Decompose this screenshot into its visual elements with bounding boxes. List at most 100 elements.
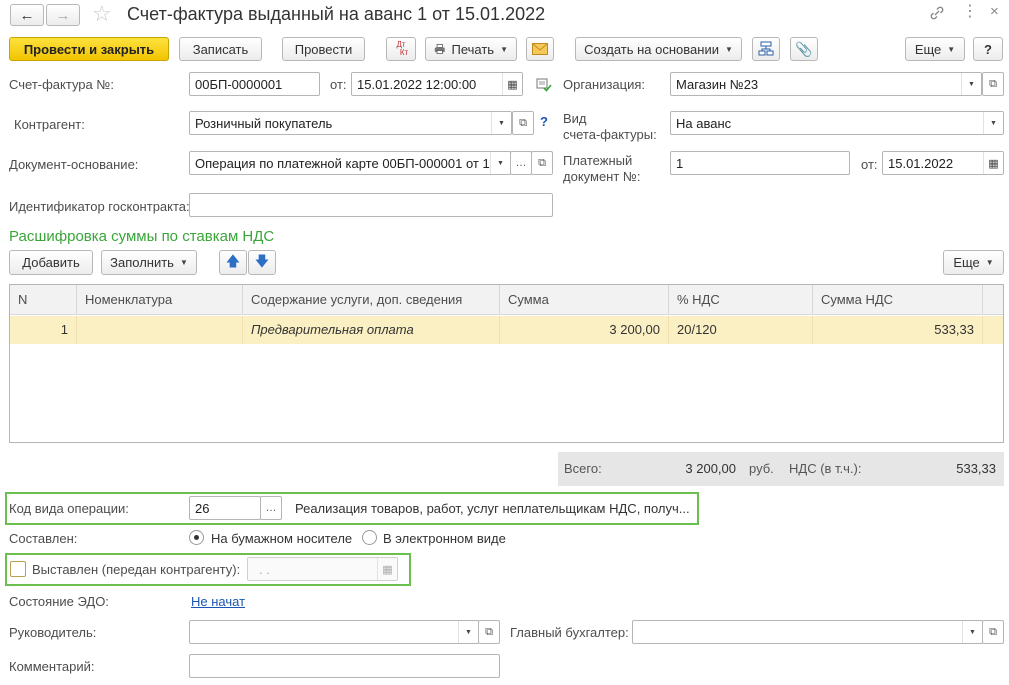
table-more-button[interactable]: Еще ▼ [943, 250, 1004, 275]
operation-code-description: Реализация товаров, работ, услуг неплате… [295, 501, 690, 516]
base-document-open-button[interactable]: ⧉ [531, 151, 553, 175]
comment-field[interactable] [189, 654, 500, 678]
cell-n[interactable]: 1 [10, 316, 77, 344]
dt-kt-button[interactable]: Дт Кт [386, 37, 416, 61]
column-header-sum[interactable]: Сумма [500, 285, 669, 315]
close-icon[interactable]: × [990, 3, 999, 20]
vat-total-label: НДС (в т.ч.): [789, 461, 862, 476]
chevron-down-icon[interactable]: ▼ [490, 152, 510, 174]
invoice-type-field[interactable]: На аванс ▼ [670, 111, 1004, 135]
chief-accountant-open-button[interactable]: ⧉ [982, 620, 1004, 644]
arrow-up-icon: 🡅 [225, 252, 241, 269]
issued-checkbox[interactable] [10, 561, 26, 577]
payment-date-label: от: [861, 157, 878, 172]
calendar-icon[interactable]: ▦ [502, 73, 522, 95]
column-header-n[interactable]: N [10, 285, 77, 315]
more-button[interactable]: Еще ▼ [905, 37, 965, 61]
column-header-vat-rate[interactable]: % НДС [669, 285, 813, 315]
issued-date-field[interactable]: . . ▦ [247, 557, 398, 581]
calendar-icon[interactable]: ▦ [983, 152, 1003, 174]
table-row[interactable]: 1 Предварительная оплата 3 200,00 20/120… [10, 316, 1003, 344]
gov-contract-field[interactable] [189, 193, 553, 217]
counterparty-field[interactable]: Розничный покупатель ▼ [189, 111, 512, 135]
operation-code-select-button[interactable]: … [260, 496, 282, 520]
back-button[interactable]: ← [10, 4, 44, 26]
dt-kt-icon: Дт Кт [396, 40, 409, 57]
arrow-down-icon: 🡇 [254, 252, 270, 269]
forward-button[interactable]: → [46, 4, 80, 26]
head-field[interactable]: ▼ [189, 620, 479, 644]
base-document-select-button[interactable]: … [510, 151, 532, 175]
paper-radio-label[interactable]: На бумажном носителе [211, 531, 352, 546]
invoice-date-field[interactable]: 15.01.2022 12:00:00 ▦ [351, 72, 523, 96]
invoice-number-field[interactable]: 00БП-0000001 [189, 72, 320, 96]
head-open-button[interactable]: ⧉ [478, 620, 500, 644]
edo-status-label: Состояние ЭДО: [9, 594, 109, 609]
post-and-close-button[interactable]: Провести и закрыть [9, 37, 169, 61]
chevron-down-icon[interactable]: ▼ [491, 112, 511, 134]
organization-open-button[interactable]: ⧉ [982, 72, 1004, 96]
save-button[interactable]: Записать [179, 37, 262, 61]
organization-label: Организация: [563, 77, 646, 92]
organization-field[interactable]: Магазин №23 ▼ [670, 72, 982, 96]
chevron-down-icon[interactable]: ▼ [961, 73, 981, 95]
chevron-down-icon[interactable]: ▼ [983, 112, 1003, 134]
window-title: Счет-фактура выданный на аванс 1 от 15.0… [127, 4, 546, 24]
fill-button[interactable]: Заполнить ▼ [101, 250, 197, 275]
operation-code-field[interactable]: 26 [189, 496, 261, 520]
email-button[interactable] [526, 37, 554, 61]
column-header-item[interactable]: Номенклатура [77, 285, 243, 315]
payment-doc-label-1: Платежный [563, 153, 633, 168]
invoice-number-label: Счет-фактура №: [9, 77, 114, 92]
chevron-down-icon: ▼ [985, 258, 994, 267]
attach-button[interactable]: 📎 [790, 37, 818, 61]
chevron-down-icon[interactable]: ▼ [962, 621, 982, 643]
envelope-icon [532, 43, 548, 55]
calendar-icon[interactable]: ▦ [377, 558, 397, 580]
table-header: N Номенклатура Содержание услуги, доп. с… [10, 285, 1003, 315]
printer-icon [434, 44, 445, 54]
structure-button[interactable] [752, 37, 780, 61]
column-header-content[interactable]: Содержание услуги, доп. сведения [243, 285, 500, 315]
counterparty-label: Контрагент: [14, 117, 85, 132]
invoice-date-label: от: [330, 77, 347, 92]
total-value: 3 200,00 [685, 461, 736, 476]
comment-label: Комментарий: [9, 659, 95, 674]
cell-vat-sum[interactable]: 533,33 [813, 316, 983, 344]
vat-total-value: 533,33 [956, 461, 996, 476]
counterparty-open-button[interactable]: ⧉ [512, 111, 534, 135]
favorite-star-icon[interactable]: ☆ [92, 1, 112, 27]
chevron-down-icon[interactable]: ▼ [458, 621, 478, 643]
create-based-button[interactable]: Создать на основании ▼ [575, 37, 742, 61]
chief-accountant-field[interactable]: ▼ [632, 620, 983, 644]
menu-dots-icon[interactable]: ⋮ [962, 3, 978, 21]
edo-status-link[interactable]: Не начат [191, 594, 245, 609]
print-button[interactable]: Печать ▼ [425, 37, 517, 61]
move-up-button[interactable]: 🡅 [219, 250, 247, 275]
payment-date-field[interactable]: 15.01.2022 ▦ [882, 151, 1004, 175]
electronic-radio[interactable] [362, 530, 377, 545]
paperclip-icon: 📎 [795, 40, 813, 57]
cell-content[interactable]: Предварительная оплата [243, 316, 500, 344]
base-document-field[interactable]: Операция по платежной карте 00БП-000001 … [189, 151, 511, 175]
cell-item[interactable] [77, 316, 243, 344]
document-check-icon[interactable] [536, 78, 552, 95]
payment-doc-number-field[interactable]: 1 [670, 151, 850, 175]
issued-label[interactable]: Выставлен (передан контрагенту): [32, 562, 240, 577]
paper-radio[interactable] [189, 530, 204, 545]
cell-sum[interactable]: 3 200,00 [500, 316, 669, 344]
vat-section-title: Расшифровка суммы по ставкам НДС [9, 228, 275, 245]
link-icon[interactable] [928, 4, 946, 22]
electronic-radio-label[interactable]: В электронном виде [383, 531, 506, 546]
add-row-button[interactable]: Добавить [9, 250, 93, 275]
chief-accountant-label: Главный бухгалтер: [510, 625, 629, 640]
column-header-vat-sum[interactable]: Сумма НДС [813, 285, 983, 315]
post-button[interactable]: Провести [282, 37, 365, 61]
help-button[interactable]: ? [973, 37, 1003, 61]
total-label: Всего: [564, 461, 602, 476]
payment-doc-label-2: документ №: [563, 169, 641, 184]
move-down-button[interactable]: 🡇 [248, 250, 276, 275]
cell-vat-rate[interactable]: 20/120 [669, 316, 813, 344]
chevron-down-icon: ▼ [179, 258, 188, 267]
help-question-icon[interactable]: ? [540, 114, 548, 129]
